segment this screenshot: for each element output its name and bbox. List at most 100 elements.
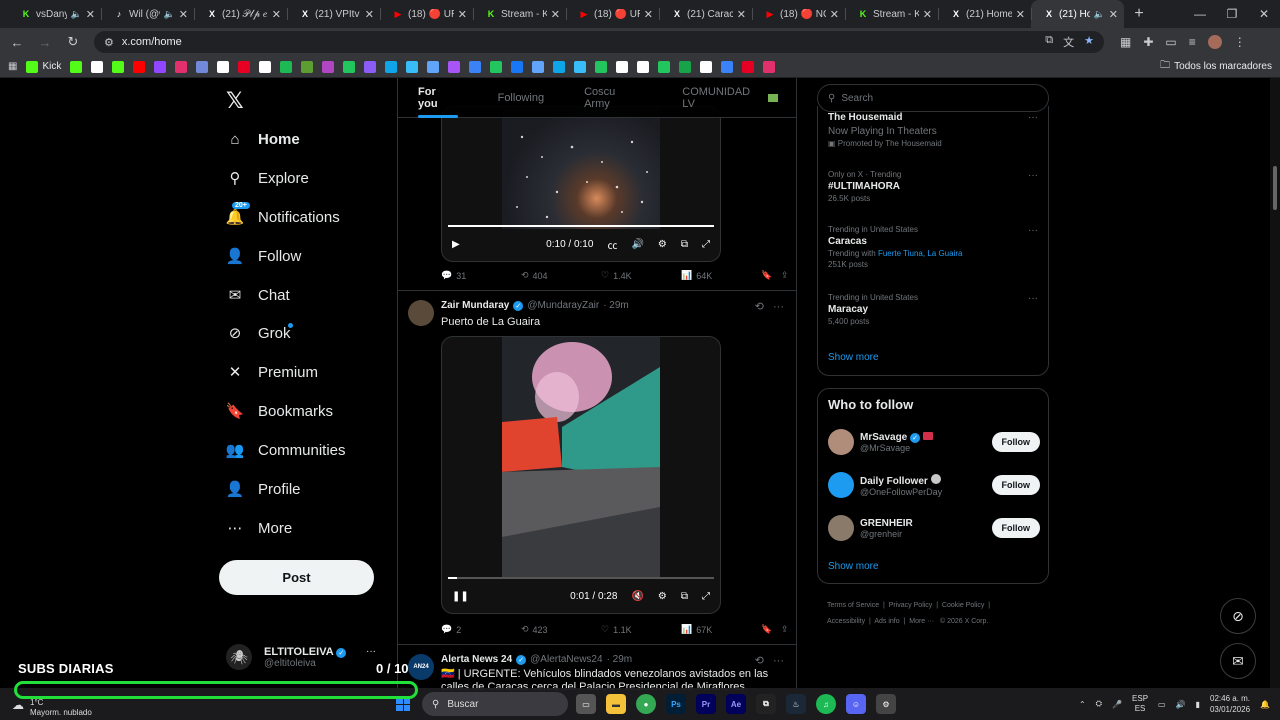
bookmark-item[interactable] bbox=[532, 60, 545, 73]
bookmark-button[interactable]: 🔖 bbox=[761, 270, 781, 281]
nav-item-communities[interactable]: 👥 Communities bbox=[226, 441, 346, 460]
account-more-icon[interactable]: ··· bbox=[366, 646, 376, 657]
nav-item-explore[interactable]: ⚲ Explore bbox=[226, 169, 309, 188]
post-more-icon[interactable]: ⟲ ··· bbox=[755, 300, 784, 313]
tab-audio-icon[interactable]: 🔈 bbox=[164, 9, 175, 20]
like-button[interactable]: ♡ 1.4K bbox=[601, 270, 681, 281]
footer-link[interactable]: More ··· bbox=[909, 618, 934, 625]
browser-tab[interactable]: ♪ Wil (@wi 🔈 ✕ bbox=[101, 0, 194, 28]
site-info-icon[interactable]: ⚙ bbox=[104, 36, 114, 49]
footer-link[interactable]: Accessibility bbox=[827, 618, 865, 625]
reply-button[interactable]: 💬 2 bbox=[441, 624, 521, 635]
tab-close-icon[interactable]: ✕ bbox=[1109, 8, 1118, 21]
discord-icon[interactable]: ☺ bbox=[846, 694, 866, 714]
tab-close-icon[interactable]: ✕ bbox=[737, 8, 746, 21]
sidepanel-icon[interactable]: ▭ bbox=[1165, 35, 1176, 49]
maximize-icon[interactable]: ❐ bbox=[1216, 7, 1248, 21]
suggestion-item[interactable]: GRENHEIR @grenheir Follow bbox=[828, 515, 1040, 541]
url-input[interactable]: ⚙ x.com/home ⧉ 文 ★ bbox=[94, 31, 1104, 53]
pip-icon[interactable]: ⧉ bbox=[681, 239, 688, 250]
extension-icon[interactable]: ▦ bbox=[1120, 35, 1131, 49]
nav-item-chat[interactable]: ✉ Chat bbox=[226, 286, 290, 305]
author-handle[interactable]: @MundarayZair bbox=[527, 300, 599, 311]
show-more-link[interactable]: Show more bbox=[828, 561, 879, 572]
scrollbar-thumb[interactable] bbox=[1273, 166, 1277, 210]
like-button[interactable]: ♡ 1.1K bbox=[601, 624, 681, 635]
bookmark-button[interactable]: 🔖 bbox=[761, 624, 781, 635]
translate-icon[interactable]: 文 bbox=[1063, 34, 1074, 50]
trend-item[interactable]: Trending in United States Maracay 5,400 … bbox=[828, 293, 1038, 326]
nav-item-grok[interactable]: ⊘ Grok bbox=[226, 323, 293, 342]
bookmark-item[interactable] bbox=[553, 60, 566, 73]
close-window-icon[interactable]: ✕ bbox=[1248, 7, 1280, 21]
capcut-icon[interactable]: ⧉ bbox=[756, 694, 776, 714]
bookmark-item[interactable] bbox=[406, 60, 419, 73]
tab-for-you[interactable]: For you bbox=[398, 78, 478, 118]
share-button[interactable]: ⇪ bbox=[781, 270, 789, 281]
views-button[interactable]: 📊 64K bbox=[681, 270, 761, 281]
tray-app-icon[interactable]: ⛭ bbox=[1096, 699, 1102, 709]
tab-audio-icon[interactable]: 🔈 bbox=[1094, 9, 1105, 20]
install-icon[interactable]: ⧉ bbox=[1045, 34, 1053, 50]
menu-icon[interactable]: ⋮ bbox=[1234, 35, 1246, 49]
start-button[interactable] bbox=[396, 697, 410, 711]
browser-tab[interactable]: K Stream - Kic ✕ bbox=[473, 0, 566, 28]
profile-avatar[interactable] bbox=[1207, 35, 1222, 49]
follow-button[interactable]: Follow bbox=[991, 518, 1040, 538]
tab-close-icon[interactable]: ✕ bbox=[1016, 8, 1025, 21]
bookmark-item[interactable] bbox=[196, 60, 209, 73]
volume-icon[interactable]: 🔊 bbox=[1176, 700, 1186, 709]
bookmark-item[interactable] bbox=[364, 60, 377, 73]
post-button[interactable]: Post bbox=[219, 560, 374, 595]
premiere-icon[interactable]: Pr bbox=[696, 694, 716, 714]
author-name[interactable]: Zair Mundaray bbox=[441, 300, 509, 311]
show-more-link[interactable]: Show more bbox=[828, 352, 879, 363]
post-time[interactable]: · 29m bbox=[603, 300, 629, 311]
browser-tab[interactable]: X (21) Hon 🔈 ✕ bbox=[1031, 0, 1124, 28]
repost-button[interactable]: ⟲ 404 bbox=[521, 270, 601, 281]
bookmark-item[interactable] bbox=[301, 60, 314, 73]
settings-icon[interactable]: ⚙ bbox=[658, 591, 667, 602]
account-switcher[interactable]: 🕷 ELTITOLEIVA ✓ @eltitoleiva ··· bbox=[226, 644, 376, 670]
settings-icon[interactable]: ⚙ bbox=[658, 239, 667, 250]
after-effects-icon[interactable]: Ae bbox=[726, 694, 746, 714]
bookmark-item[interactable] bbox=[280, 60, 293, 73]
trend-item[interactable]: Only on X · Trending #ULTIMAHORA 26.5K p… bbox=[828, 170, 1038, 203]
bookmark-item[interactable] bbox=[700, 60, 713, 73]
browser-tab[interactable]: X (21) VPItv on ✕ bbox=[287, 0, 380, 28]
bookmark-item[interactable] bbox=[238, 60, 251, 73]
trend-more-icon[interactable]: ··· bbox=[1028, 225, 1038, 236]
bookmark-item[interactable] bbox=[574, 60, 587, 73]
bookmark-item[interactable] bbox=[385, 60, 398, 73]
footer-link[interactable]: Privacy Policy bbox=[889, 602, 933, 609]
browser-tab[interactable]: X (21) Home / ✕ bbox=[938, 0, 1031, 28]
bookmark-item[interactable] bbox=[511, 60, 524, 73]
avatar[interactable] bbox=[408, 300, 434, 326]
repost-button[interactable]: ⟲ 423 bbox=[521, 624, 601, 635]
share-button[interactable]: ⇪ bbox=[781, 624, 789, 635]
tab-close-icon[interactable]: ✕ bbox=[458, 8, 467, 21]
bookmark-item[interactable] bbox=[70, 60, 83, 73]
trend-more-icon[interactable]: ··· bbox=[1028, 170, 1038, 181]
nav-item-follow[interactable]: 👤 Follow bbox=[226, 247, 302, 266]
bookmark-star-icon[interactable]: ★ bbox=[1084, 34, 1094, 50]
bookmark-item[interactable] bbox=[742, 60, 755, 73]
puzzle-icon[interactable]: ✚ bbox=[1143, 35, 1153, 49]
all-bookmarks-button[interactable]: 🗀 Todos los marcadores bbox=[1160, 58, 1272, 75]
trend-item[interactable]: Trending in United States Caracas Trendi… bbox=[828, 225, 1038, 269]
tab-close-icon[interactable]: ✕ bbox=[830, 8, 839, 21]
author-name[interactable]: Alerta News 24 bbox=[441, 654, 512, 665]
fullscreen-icon[interactable]: ⤢ bbox=[702, 591, 710, 602]
taskbar-search[interactable]: ⚲ Buscar bbox=[422, 692, 568, 716]
new-tab-button[interactable]: + bbox=[1124, 5, 1154, 23]
bookmark-item[interactable] bbox=[112, 60, 125, 73]
tray-expand-icon[interactable]: ⌃ bbox=[1079, 700, 1086, 709]
post-more-icon[interactable]: ⟲ ··· bbox=[755, 654, 784, 667]
clock[interactable]: 02:46 a. m. 03/01/2026 bbox=[1210, 693, 1250, 715]
nav-item-notifications[interactable]: 🔔 20+ Notifications bbox=[226, 202, 340, 226]
trend-more-icon[interactable]: ··· bbox=[1028, 293, 1038, 304]
notification-icon[interactable]: 🔔 bbox=[1260, 700, 1270, 709]
task-view-icon[interactable]: ▭ bbox=[576, 694, 596, 714]
suggestion-item[interactable]: Daily Follower @OneFollowPerDay Follow bbox=[828, 472, 1040, 498]
bookmark-item[interactable] bbox=[217, 60, 230, 73]
